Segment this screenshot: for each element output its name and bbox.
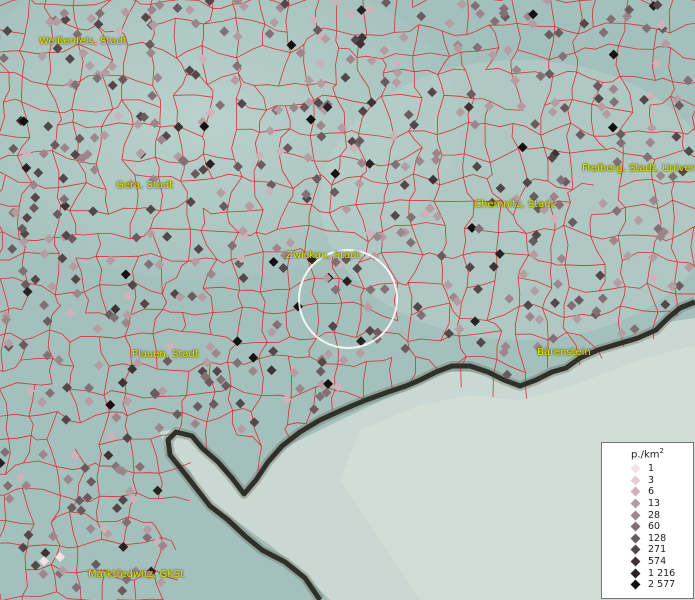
legend-swatch (630, 498, 641, 509)
density-legend: p./km2 1 3 6 13 28 60 128 271 574 1 216 2 577 (601, 442, 694, 599)
city-label-plauen[interactable]: Plauen, Stadt (132, 349, 199, 360)
legend-entry: 60 (602, 521, 693, 533)
city-label-weissenfels[interactable]: Weißenfels, Stadt (39, 36, 127, 47)
legend-swatch (630, 521, 641, 532)
legend-label: 6 (648, 486, 655, 498)
legend-swatch (630, 545, 641, 555)
legend-swatch (630, 463, 641, 474)
legend-entry: 3 (602, 475, 693, 487)
legend-entry: 6 (602, 486, 693, 498)
legend-entry: 2 577 (602, 579, 693, 591)
legend-label: 28 (648, 509, 661, 521)
legend-entry: 1 216 (602, 567, 693, 579)
legend-label: 2 577 (648, 579, 676, 591)
city-label-marktredwitz[interactable]: Marktredwitz, GKSt (88, 569, 184, 580)
legend-swatch (630, 475, 641, 486)
legend-label: 13 (648, 498, 661, 510)
legend-label: 574 (648, 556, 667, 568)
map-view[interactable]: Weißenfels, Stadt Gera, Stadt Zwickau, S… (0, 0, 695, 600)
legend-label: 1 (648, 463, 655, 475)
legend-label: 3 (648, 474, 655, 486)
legend-swatch (630, 533, 641, 544)
legend-title: p./km2 (631, 447, 664, 461)
legend-swatch (630, 568, 641, 579)
legend-swatch (630, 487, 641, 497)
legend-label: 1 216 (648, 567, 676, 579)
legend-entry: 13 (602, 498, 693, 510)
map-canvas[interactable] (0, 0, 695, 600)
legend-entry: 271 (602, 544, 693, 556)
legend-entry: 128 (602, 533, 693, 545)
legend-label: 128 (648, 532, 667, 544)
legend-entry: 574 (602, 556, 693, 568)
legend-entry: 28 (602, 509, 693, 521)
legend-swatch (630, 556, 641, 567)
legend-swatch (630, 510, 641, 521)
legend-entry: 1 (602, 463, 693, 475)
city-label-gera[interactable]: Gera, Stadt (116, 180, 173, 191)
city-label-freiberg[interactable]: Freiberg, Stadt, Univers (582, 163, 695, 174)
city-label-baerenstein[interactable]: Bärenstein (537, 347, 591, 358)
legend-label: 60 (648, 521, 661, 533)
city-label-zwickau[interactable]: Zwickau, Stadt (286, 250, 360, 261)
city-label-chemnitz[interactable]: Chemnitz, Stadt (474, 199, 555, 210)
legend-label: 271 (648, 544, 667, 556)
legend-entries: 1 3 6 13 28 60 128 271 574 1 216 2 577 (602, 463, 693, 591)
legend-swatch (630, 579, 641, 590)
